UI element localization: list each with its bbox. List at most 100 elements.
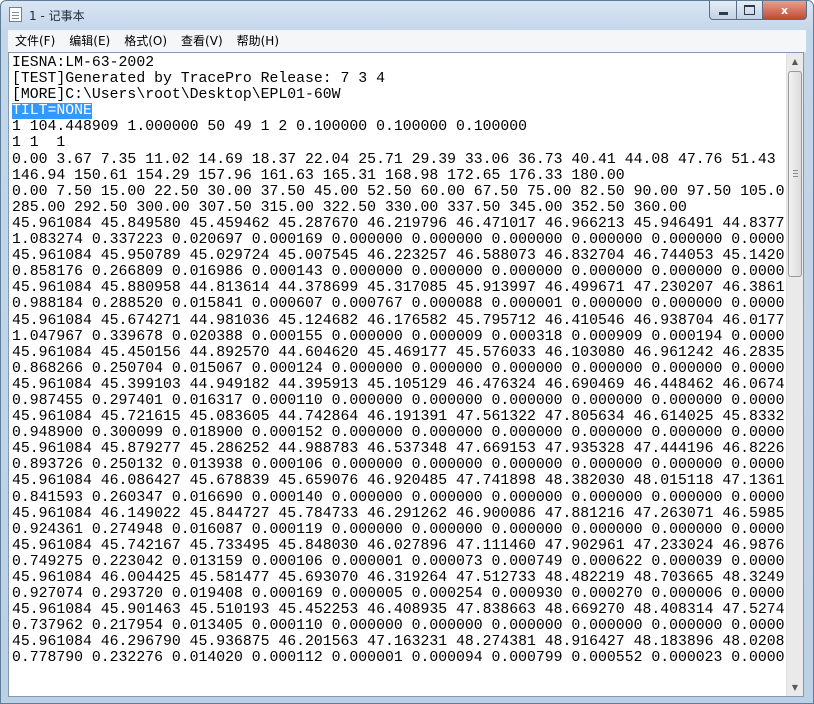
line-text: 0.778790 0.232276 0.014020 0.000112 0.00… (12, 650, 785, 667)
text-line: 0.858176 0.266809 0.016986 0.000143 0.00… (12, 264, 785, 280)
text-line: 0.778790 0.232276 0.014020 0.000112 0.00… (12, 650, 785, 666)
line-text: 45.961084 45.879277 45.286252 44.988783 … (12, 441, 785, 458)
line-text: 0.987455 0.297401 0.016317 0.000110 0.00… (12, 392, 785, 409)
line-text: 45.961084 45.450156 44.892570 44.604620 … (12, 344, 785, 361)
line-text: 45.961084 45.849580 45.459462 45.287670 … (12, 215, 785, 232)
text-editor[interactable]: IESNA:LM-63-2002 [TEST]Generated by Trace… (8, 52, 804, 697)
line-text: 0.00 3.67 7.35 11.02 14.69 18.37 22.04 2… (12, 151, 785, 168)
line-text: 45.961084 46.004425 45.581477 45.693070 … (12, 570, 785, 586)
text-line: 1 1 1 (12, 135, 785, 151)
text-line: 1.083274 0.337223 0.020697 0.000169 0.00… (12, 232, 785, 248)
text-line: 0.00 7.50 15.00 22.50 30.00 37.50 45.00 … (12, 184, 785, 200)
minimize-button[interactable] (709, 1, 737, 20)
text-line: 45.961084 46.086427 45.678839 45.659076 … (12, 473, 785, 489)
menu-view[interactable]: 查看(V) (174, 31, 230, 51)
text-line: 0.988184 0.288520 0.015841 0.000607 0.00… (12, 296, 785, 312)
text-line: 0.893726 0.250132 0.013938 0.000106 0.00… (12, 457, 785, 473)
line-text: IESNA:LM-63-2002 (12, 55, 155, 71)
line-text: 45.961084 46.296790 45.936875 46.201563 … (12, 634, 785, 651)
scrollbar-thumb[interactable] (788, 71, 802, 277)
line-text: [MORE]C:\Users\root\Desktop\EPL01-60W (12, 87, 341, 104)
text-line: 45.961084 46.149022 45.844727 45.784733 … (12, 506, 785, 522)
line-text: 1 1 1 (12, 135, 66, 152)
text-line: 0.00 3.67 7.35 11.02 14.69 18.37 22.04 2… (12, 152, 785, 168)
text-line: 45.961084 45.721615 45.083605 44.742864 … (12, 409, 785, 425)
line-text: 45.961084 45.950789 45.029724 45.007545 … (12, 248, 785, 265)
text-line: 45.961084 45.849580 45.459462 45.287670 … (12, 216, 785, 232)
line-text: 45.961084 45.721615 45.083605 44.742864 … (12, 409, 785, 426)
line-text: 0.924361 0.274948 0.016087 0.000119 0.00… (12, 521, 785, 538)
menu-bar: 文件(F) 编辑(E) 格式(O) 查看(V) 帮助(H) (8, 30, 806, 53)
text-line: 0.987455 0.297401 0.016317 0.000110 0.00… (12, 393, 785, 409)
menu-edit[interactable]: 编辑(E) (62, 31, 117, 51)
minimize-icon (718, 11, 728, 15)
text-line: 45.961084 45.880958 44.813614 44.378699 … (12, 280, 785, 296)
text-line: 45.961084 46.296790 45.936875 46.201563 … (12, 634, 785, 650)
line-text: 0.868266 0.250704 0.015067 0.000124 0.00… (12, 360, 785, 377)
line-text: 45.961084 45.901463 45.510193 45.452253 … (12, 602, 785, 619)
text-line: [MORE]C:\Users\root\Desktop\EPL01-60W (12, 87, 785, 103)
line-text: [TEST]Generated by TracePro Release: 7 3… (12, 71, 385, 88)
text-line: 45.961084 45.450156 44.892570 44.604620 … (12, 345, 785, 361)
line-text: 1.047967 0.339678 0.020388 0.000155 0.00… (12, 328, 785, 345)
text-line: 0.927074 0.293720 0.019408 0.000169 0.00… (12, 586, 785, 602)
line-text: 0.841593 0.260347 0.016690 0.000140 0.00… (12, 489, 785, 506)
window-title: 1 - 记事本 (29, 9, 85, 23)
text-line: 45.961084 45.950789 45.029724 45.007545 … (12, 248, 785, 264)
line-text: 146.94 150.61 154.29 157.96 161.63 165.3… (12, 167, 625, 184)
line-text: 285.00 292.50 300.00 307.50 315.00 322.5… (12, 199, 687, 216)
text-line: 45.961084 45.399103 44.949182 44.395913 … (12, 377, 785, 393)
close-button[interactable]: x (763, 1, 807, 20)
line-text: 45.961084 46.086427 45.678839 45.659076 … (12, 473, 785, 490)
selected-text: TILT=NONE (12, 103, 92, 120)
menu-file[interactable]: 文件(F) (8, 31, 62, 51)
text-area[interactable]: IESNA:LM-63-2002 [TEST]Generated by Trace… (12, 55, 785, 696)
line-text: 45.961084 45.880958 44.813614 44.378699 … (12, 280, 785, 297)
line-text: 0.893726 0.250132 0.013938 0.000106 0.00… (12, 457, 785, 474)
scroll-down-button[interactable]: ▼ (787, 679, 803, 696)
thumb-grip-icon (793, 170, 798, 171)
line-text: 45.961084 45.742167 45.733495 45.848030 … (12, 537, 785, 554)
text-line: 45.961084 45.742167 45.733495 45.848030 … (12, 538, 785, 554)
text-line: 45.961084 46.004425 45.581477 45.693070 … (12, 570, 785, 586)
close-icon: x (780, 3, 789, 17)
notepad-window: 1 - 记事本 x 文件(F) 编辑(E) 格式(O) 查看(V) 帮助(H) … (0, 0, 814, 704)
line-text: 0.00 7.50 15.00 22.50 30.00 37.50 45.00 … (12, 183, 785, 200)
notepad-icon[interactable] (9, 7, 22, 22)
scroll-up-button[interactable]: ▲ (787, 53, 803, 70)
text-line: 285.00 292.50 300.00 307.50 315.00 322.5… (12, 200, 785, 216)
line-text: 45.961084 46.149022 45.844727 45.784733 … (12, 505, 785, 522)
line-text: 1 104.448909 1.000000 50 49 1 2 0.100000… (12, 119, 528, 136)
line-text: 1.083274 0.337223 0.020697 0.000169 0.00… (12, 232, 785, 249)
menu-help[interactable]: 帮助(H) (230, 31, 286, 51)
text-line: 0.948900 0.300099 0.018900 0.000152 0.00… (12, 425, 785, 441)
maximize-icon (744, 5, 755, 15)
line-text: 0.948900 0.300099 0.018900 0.000152 0.00… (12, 425, 785, 442)
line-text: 45.961084 45.399103 44.949182 44.395913 … (12, 376, 785, 393)
line-text: 0.858176 0.266809 0.016986 0.000143 0.00… (12, 264, 785, 281)
vertical-scrollbar[interactable]: ▲ ▼ (786, 53, 803, 696)
text-line: 0.737962 0.217954 0.013405 0.000110 0.00… (12, 618, 785, 634)
text-line: 0.749275 0.223042 0.013159 0.000106 0.00… (12, 554, 785, 570)
text-line: 146.94 150.61 154.29 157.96 161.63 165.3… (12, 168, 785, 184)
menu-format[interactable]: 格式(O) (117, 31, 174, 51)
text-line: 45.961084 45.901463 45.510193 45.452253 … (12, 602, 785, 618)
line-text: 45.961084 45.674271 44.981036 45.124682 … (12, 312, 785, 329)
line-text: 0.737962 0.217954 0.013405 0.000110 0.00… (12, 618, 785, 635)
text-line: IESNA:LM-63-2002 (12, 55, 785, 71)
title-bar[interactable]: 1 - 记事本 x (1, 1, 813, 29)
text-line: 0.868266 0.250704 0.015067 0.000124 0.00… (12, 361, 785, 377)
line-text: 0.927074 0.293720 0.019408 0.000169 0.00… (12, 586, 785, 603)
scroll-down-arrow-icon: ▼ (791, 683, 799, 692)
line-text: 0.749275 0.223042 0.013159 0.000106 0.00… (12, 553, 785, 570)
text-line: 0.841593 0.260347 0.016690 0.000140 0.00… (12, 490, 785, 506)
text-line: [TEST]Generated by TracePro Release: 7 3… (12, 71, 785, 87)
line-text: 0.988184 0.288520 0.015841 0.000607 0.00… (12, 296, 785, 313)
text-line: 1.047967 0.339678 0.020388 0.000155 0.00… (12, 329, 785, 345)
text-line: 0.924361 0.274948 0.016087 0.000119 0.00… (12, 522, 785, 538)
window-controls: x (709, 1, 807, 20)
text-line: 45.961084 45.674271 44.981036 45.124682 … (12, 313, 785, 329)
text-line: TILT=NONE (12, 103, 785, 120)
scroll-up-arrow-icon: ▲ (791, 57, 799, 66)
maximize-button[interactable] (737, 1, 763, 20)
